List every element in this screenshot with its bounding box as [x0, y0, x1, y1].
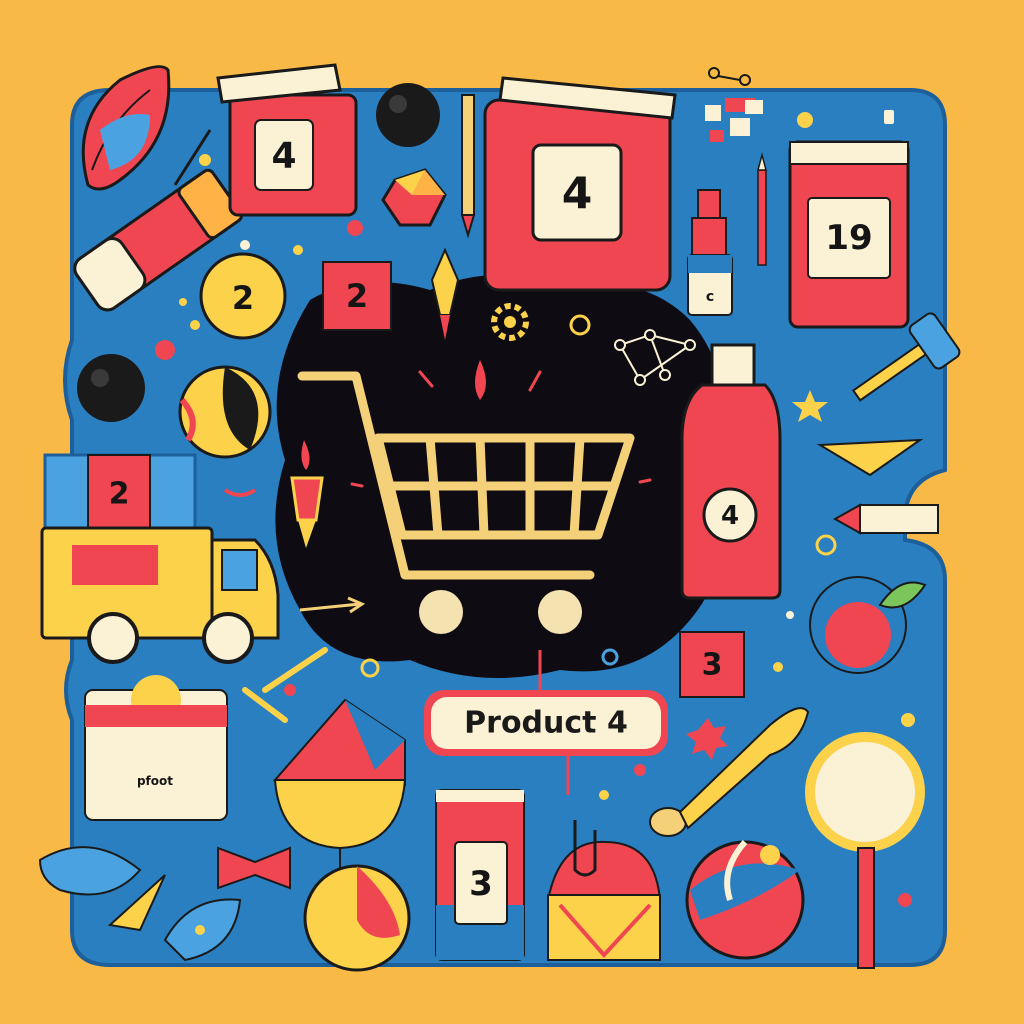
jar-top-left-number: 4 [271, 136, 296, 177]
cart-wheel-left [419, 590, 463, 634]
box-bottom-center: 3 [435, 789, 525, 961]
box-bottom-right-number: 3 [702, 648, 723, 683]
box-bottom-center-number: 3 [469, 864, 493, 904]
illustration-stage: Product 4 4 4 c 19 2 2 2 4 3 pfoot 3 [0, 0, 1024, 1024]
bag-top-center-number: 4 [562, 169, 593, 220]
bag-top-center: 4 [483, 76, 677, 292]
bottle-right-number: 4 [721, 501, 739, 531]
market-stand: pfoot [84, 675, 228, 821]
ball-left: 2 [199, 252, 287, 340]
cart-wheel-right [538, 590, 582, 634]
box-stack-number: 2 [109, 477, 130, 512]
ball-left-number: 2 [232, 279, 254, 317]
box-top-right-number: 19 [825, 218, 872, 258]
dark-ball-top [376, 83, 440, 147]
dot [797, 112, 813, 128]
box-top-right: 19 [788, 140, 910, 329]
dot [190, 320, 200, 330]
pencil-top [460, 94, 476, 239]
box-stack: 2 [43, 453, 197, 535]
market-stand-text: pfoot [137, 774, 173, 788]
ball-bottom-left [303, 864, 411, 972]
small-bottle-letter: c [706, 289, 714, 305]
shopping-illustration: Product 4 4 4 c 19 2 2 2 4 3 pfoot 3 [0, 0, 1024, 1024]
product-label-text: Product 4 [464, 706, 628, 741]
beach-ball-left [178, 365, 272, 459]
box-left-small-number: 2 [346, 277, 368, 315]
box-left-small: 2 [322, 261, 392, 331]
beach-ball-bottom [685, 840, 805, 960]
dark-ball-left [77, 354, 145, 422]
dot [884, 110, 894, 124]
pen-right [757, 152, 767, 266]
jar-top-left: 4 [216, 63, 358, 217]
dot [155, 340, 175, 360]
box-bottom-right: 3 [679, 631, 745, 698]
pin-head [199, 154, 211, 166]
